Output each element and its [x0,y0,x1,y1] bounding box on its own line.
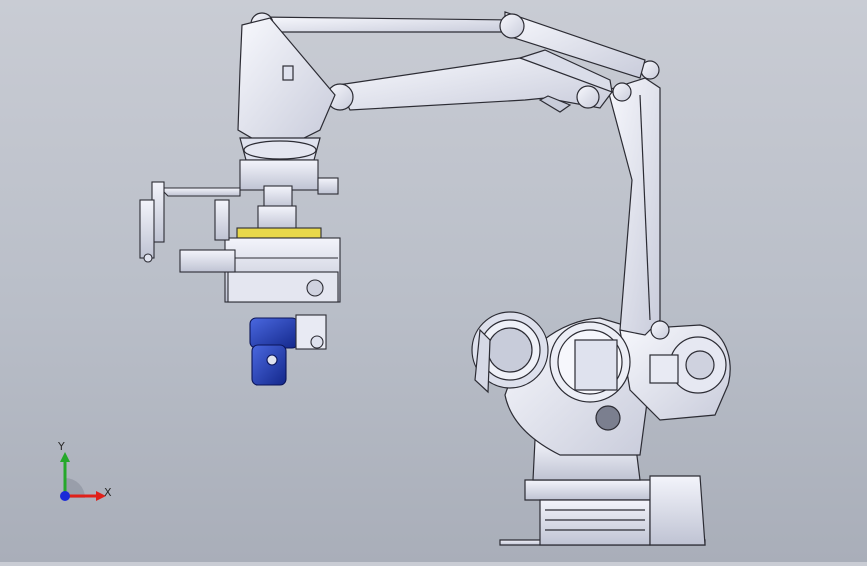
coordinate-triad: Y X [40,438,120,518]
robot-base [499,439,706,546]
x-axis-label: X [104,486,112,499]
cad-viewport[interactable]: Y X [0,0,867,562]
robot-body [471,311,731,456]
z-axis-dot-icon [60,491,70,501]
y-axis-label: Y [58,440,65,453]
vertical-arm [607,60,670,340]
wrist-housing [237,17,336,161]
drive-motor [249,314,327,386]
robot-model-view[interactable] [0,0,867,562]
y-axis-head-icon [60,452,70,462]
triad-axes [60,452,106,501]
gripper-tool [139,159,341,303]
